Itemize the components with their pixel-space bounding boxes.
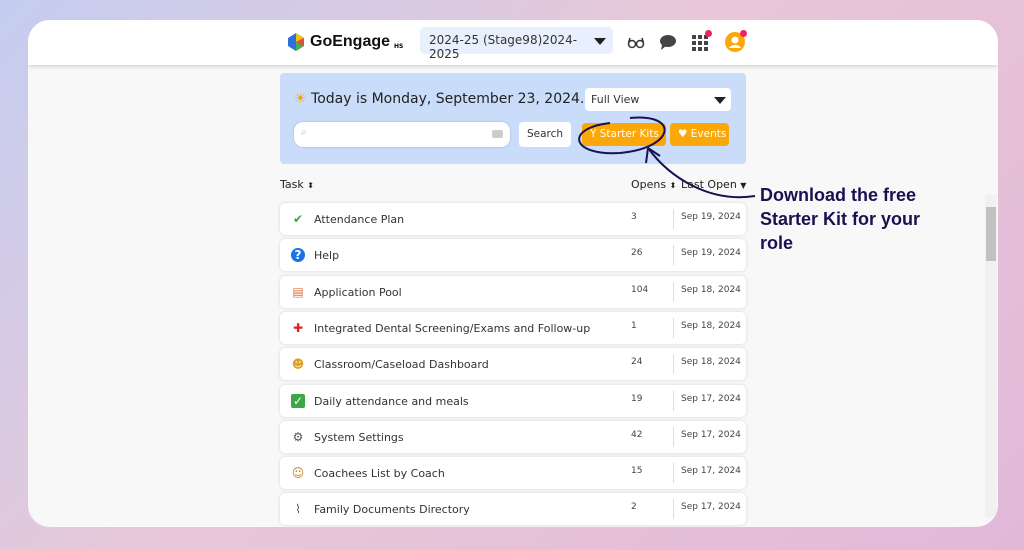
task-row[interactable]: ⌇ Family Documents Directory 2 Sep 17, 2024 [280, 493, 746, 525]
coaches-icon: ☺ [291, 466, 305, 480]
column-divider [673, 282, 674, 302]
app-window: GoEngage HS 2024-25 (Stage98)2024-2025 ☀… [28, 20, 998, 527]
task-name: Integrated Dental Screening/Exams and Fo… [314, 322, 590, 335]
task-row[interactable]: ▤ Application Pool 104 Sep 18, 2024 [280, 276, 746, 308]
attendance-plan-icon: ✔ [291, 212, 305, 226]
task-opens: 15 [631, 466, 642, 476]
task-row[interactable]: ? Help 26 Sep 19, 2024 [280, 239, 746, 271]
task-last-open: Sep 17, 2024 [681, 394, 741, 404]
top-header: GoEngage HS 2024-25 (Stage98)2024-2025 [28, 20, 998, 65]
column-divider [673, 499, 674, 519]
scrollbar[interactable] [985, 195, 997, 517]
logo-text: GoEngage [310, 33, 390, 51]
chat-icon[interactable] [659, 33, 677, 51]
annotation-arrow [560, 108, 760, 208]
checkmark-icon: ✓ [291, 394, 305, 408]
program-year-value: 2024-25 (Stage98)2024-2025 [429, 33, 577, 61]
task-name: Family Documents Directory [314, 503, 470, 516]
clear-icon[interactable] [492, 130, 503, 138]
task-row[interactable]: ☺ Coachees List by Coach 15 Sep 17, 2024 [280, 457, 746, 489]
notification-dot [740, 30, 747, 37]
chevron-down-icon [714, 97, 726, 104]
notification-dot [705, 30, 712, 37]
column-divider [673, 391, 674, 411]
task-opens: 24 [631, 357, 642, 367]
annotation-line: role [760, 231, 920, 255]
task-name: Application Pool [314, 286, 402, 299]
task-header-label: Task [280, 178, 304, 191]
program-year-select[interactable]: 2024-25 (Stage98)2024-2025 [420, 27, 613, 54]
view-value: Full View [591, 93, 639, 106]
logo[interactable]: GoEngage HS [286, 32, 403, 52]
search-input[interactable]: ⌕ [294, 122, 510, 147]
task-last-open: Sep 18, 2024 [681, 321, 741, 331]
task-opens: 42 [631, 430, 642, 440]
task-last-open: Sep 17, 2024 [681, 502, 741, 512]
task-last-open: Sep 19, 2024 [681, 212, 741, 222]
chevron-down-icon [594, 38, 606, 45]
search-icon: ⌕ [301, 127, 307, 138]
task-opens: 3 [631, 212, 637, 222]
paperclip-icon: ⌇ [291, 502, 305, 516]
task-row[interactable]: ⚙ System Settings 42 Sep 17, 2024 [280, 421, 746, 453]
task-row[interactable]: ☻ Classroom/Caseload Dashboard 24 Sep 18, 2… [280, 348, 746, 380]
today-text: ☀ Today is Monday, September 23, 2024. [294, 91, 584, 107]
annotation-line: Starter Kit for your [760, 207, 920, 231]
task-column-header[interactable]: Task ⬍ [280, 178, 314, 191]
task-last-open: Sep 19, 2024 [681, 248, 741, 258]
column-divider [673, 318, 674, 338]
classroom-icon: ☻ [291, 357, 305, 371]
task-last-open: Sep 18, 2024 [681, 285, 741, 295]
annotation-text: Download the freeStarter Kit for yourrol… [760, 183, 920, 255]
logo-subtext: HS [394, 43, 403, 50]
task-name: Attendance Plan [314, 213, 404, 226]
task-row[interactable]: ✚ Integrated Dental Screening/Exams and F… [280, 312, 746, 344]
dental-icon: ✚ [291, 321, 305, 335]
logo-mark-icon [286, 32, 306, 52]
task-opens: 2 [631, 502, 637, 512]
annotation-line: Download the free [760, 183, 920, 207]
task-opens: 26 [631, 248, 642, 258]
column-divider [673, 209, 674, 229]
clipboard-icon: ▤ [291, 285, 305, 299]
column-divider [673, 245, 674, 265]
task-name: Coachees List by Coach [314, 467, 445, 480]
task-name: Classroom/Caseload Dashboard [314, 358, 489, 371]
column-divider [673, 354, 674, 374]
gears-icon: ⚙ [291, 430, 305, 444]
task-row[interactable]: ✓ Daily attendance and meals 19 Sep 17, 202… [280, 385, 746, 417]
column-divider [673, 427, 674, 447]
help-icon: ? [291, 248, 305, 262]
task-name: Help [314, 249, 339, 262]
scrollbar-thumb[interactable] [986, 207, 996, 261]
task-last-open: Sep 17, 2024 [681, 430, 741, 440]
sun-icon: ☀ [294, 91, 307, 107]
task-opens: 104 [631, 285, 648, 295]
column-divider [673, 463, 674, 483]
task-last-open: Sep 18, 2024 [681, 357, 741, 367]
sort-icon: ⬍ [307, 181, 314, 190]
task-name: Daily attendance and meals [314, 395, 469, 408]
task-opens: 1 [631, 321, 637, 331]
task-name: System Settings [314, 431, 404, 444]
glasses-icon[interactable] [627, 33, 645, 51]
today-label: Today is Monday, September 23, 2024. [311, 91, 584, 107]
task-opens: 19 [631, 394, 642, 404]
task-last-open: Sep 17, 2024 [681, 466, 741, 476]
